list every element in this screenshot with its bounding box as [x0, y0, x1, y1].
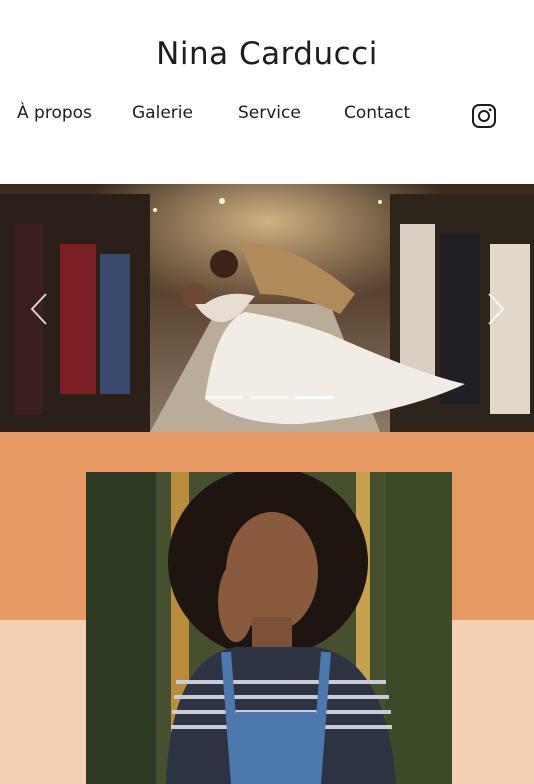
prev-slide-button[interactable]	[28, 292, 50, 326]
about-section	[0, 432, 534, 784]
carousel-indicator-3-active[interactable]	[295, 396, 333, 399]
main-nav: À propos Galerie Service Contact	[0, 103, 534, 129]
nav-link-contact[interactable]: Contact	[344, 103, 410, 123]
nav-link-service[interactable]: Service	[238, 103, 301, 123]
carousel-indicator-2[interactable]	[250, 396, 288, 399]
carousel-indicator-1[interactable]	[205, 396, 243, 399]
hero-carousel	[0, 184, 534, 432]
instagram-icon[interactable]	[471, 103, 497, 129]
about-portrait	[86, 472, 452, 784]
chevron-left-icon	[30, 293, 47, 325]
next-slide-button[interactable]	[485, 292, 507, 326]
site-header: Nina Carducci À propos Galerie Service C…	[0, 0, 534, 184]
nav-link-a-propos[interactable]: À propos	[17, 103, 92, 123]
site-title: Nina Carducci	[156, 36, 378, 72]
hero-image	[0, 184, 534, 432]
nav-link-galerie[interactable]: Galerie	[132, 103, 193, 123]
chevron-right-icon	[488, 293, 505, 325]
portrait-image	[86, 472, 452, 784]
